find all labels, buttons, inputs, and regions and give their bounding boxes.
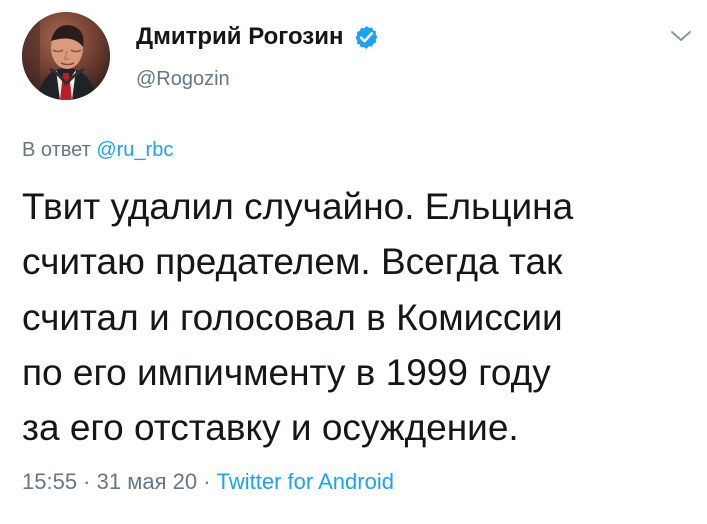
- metadata-separator: ·: [197, 469, 217, 494]
- tweet-menu-button[interactable]: [667, 25, 695, 47]
- reply-prefix: В ответ: [22, 139, 97, 161]
- tweet-header: Дмитрий Рогозин @Rogozin: [136, 20, 556, 100]
- verified-badge-icon: [355, 25, 378, 49]
- reply-context: В ответ @ru_rbc: [22, 136, 173, 164]
- metadata-separator: ·: [77, 469, 97, 494]
- tweet-metadata: 15:55 · 31 мая 20 · Twitter for Android: [22, 467, 394, 497]
- tweet-text-line: считаю предателем. Всегда так: [22, 241, 563, 283]
- author-handle[interactable]: @Rogozin: [136, 66, 556, 92]
- tweet-text: Твит удалил случайно. Ельцина считаю пре…: [22, 179, 692, 455]
- tweet-source-link[interactable]: Twitter for Android: [217, 469, 394, 494]
- tweet-text-line: по его импичменту в 1999 году: [22, 351, 551, 393]
- avatar[interactable]: [22, 12, 110, 100]
- tweet-card[interactable]: Дмитрий Рогозин @Rogozin В ответ @ru_rbc…: [0, 0, 707, 524]
- tweet-text-line: Твит удалил случайно. Ельцина: [22, 186, 574, 227]
- tweet-text-line: за его отставку и осуждение.: [22, 407, 519, 449]
- author-display-name[interactable]: Дмитрий Рогозин: [136, 20, 343, 54]
- tweet-time[interactable]: 15:55: [22, 469, 77, 494]
- author-name-row[interactable]: Дмитрий Рогозин: [136, 20, 556, 54]
- chevron-down-icon: [671, 31, 691, 41]
- reply-target-link[interactable]: @ru_rbc: [96, 139, 173, 161]
- tweet-date[interactable]: 31 мая 20: [97, 469, 197, 494]
- tweet-text-line: считал и голосовал в Комиссии: [22, 296, 563, 338]
